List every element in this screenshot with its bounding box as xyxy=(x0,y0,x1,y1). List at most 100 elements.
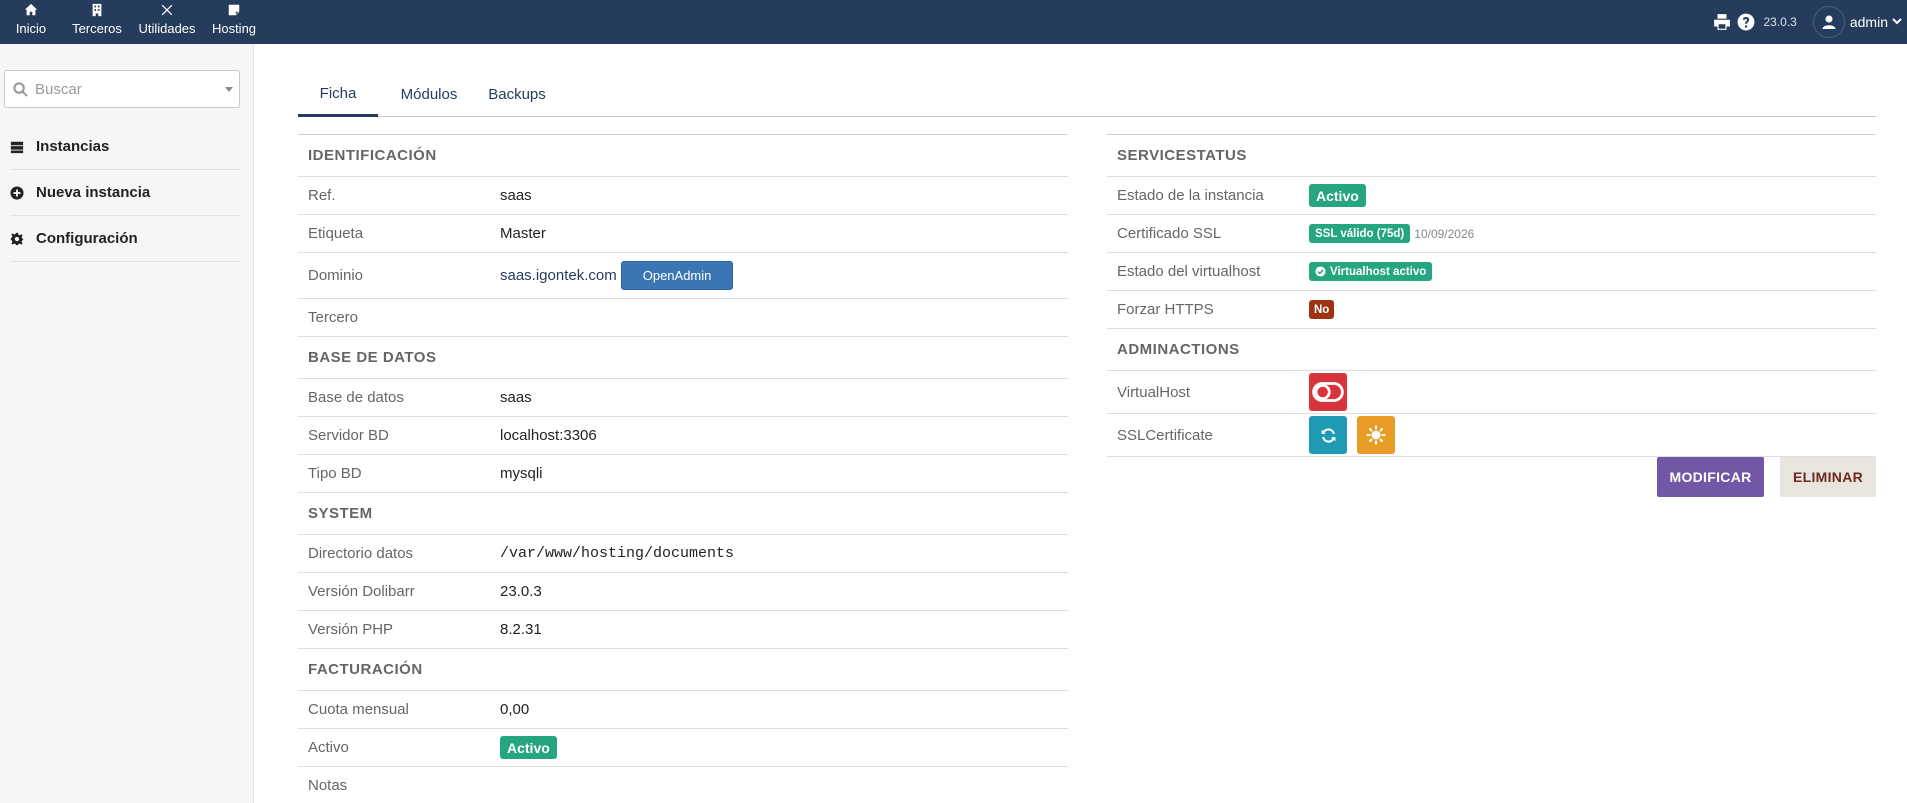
field-value xyxy=(1309,373,1347,411)
sidebar-item-label: Nueva instancia xyxy=(36,184,151,201)
field-label: Base de datos xyxy=(308,389,404,406)
field-value: mysqli xyxy=(500,465,543,482)
main-menu: Inicio Terceros Utilidades Hosting xyxy=(0,0,266,44)
tab-modulos[interactable]: Módulos xyxy=(389,72,469,117)
plus-circle-icon xyxy=(10,185,24,200)
tools-icon xyxy=(161,4,173,16)
help-icon[interactable] xyxy=(1737,13,1755,31)
gear-icon xyxy=(10,232,24,245)
section-title: ADMINACTIONS xyxy=(1117,341,1240,358)
nav-label: Hosting xyxy=(211,21,257,36)
field-row-version-php: Versión PHP 8.2.31 xyxy=(298,611,1068,649)
status-badge: Activo xyxy=(1309,184,1366,207)
field-row-cuota-mensual: Cuota mensual 0,00 xyxy=(298,691,1068,729)
nav-terceros[interactable]: Terceros xyxy=(62,0,132,44)
field-row-estado-virtualhost: Estado del virtualhost Virtualhost activ… xyxy=(1107,253,1876,291)
virtualhost-status-badge: Virtualhost activo xyxy=(1309,262,1433,281)
refresh-icon xyxy=(1321,427,1335,443)
nav-hosting[interactable]: Hosting xyxy=(202,0,266,44)
search-box[interactable] xyxy=(4,70,240,108)
field-label: Certificado SSL xyxy=(1117,225,1222,242)
https-status-badge: No xyxy=(1309,300,1335,319)
field-value: /var/www/hosting/documents xyxy=(500,545,735,562)
field-value: saas xyxy=(500,187,532,204)
field-label: Ref. xyxy=(308,187,336,204)
building-icon xyxy=(92,3,102,17)
field-row-ref: Ref. saas xyxy=(298,177,1068,215)
field-label: Tercero xyxy=(308,309,359,326)
sidebar-item-nueva-instancia[interactable]: Nueva instancia xyxy=(10,170,240,216)
modify-button[interactable]: MODIFICAR xyxy=(1657,457,1764,497)
ssl-status-badge: SSL válido (75d) xyxy=(1309,224,1411,243)
open-admin-button[interactable]: OpenAdmin xyxy=(620,261,734,290)
tab-ficha[interactable]: Ficha xyxy=(298,72,378,117)
section-title: BASE DE DATOS xyxy=(308,349,437,366)
section-title: IDENTIFICACIÓN xyxy=(308,147,437,164)
delete-button[interactable]: ELIMINAR xyxy=(1780,457,1876,497)
version-label: 23.0.3 xyxy=(1763,15,1797,29)
user-icon xyxy=(1822,15,1836,29)
sidebar-item-configuracion[interactable]: Configuración xyxy=(10,216,240,262)
field-row-sslcertificate: SSLCertificate xyxy=(1107,414,1876,457)
section-header-base-datos: BASE DE DATOS xyxy=(298,337,1068,379)
ssl-sun-button[interactable] xyxy=(1357,416,1395,454)
field-row-certificado-ssl: Certificado SSL SSL válido (75d) 10/09/2… xyxy=(1107,215,1876,253)
note-icon xyxy=(228,4,240,16)
field-value: saas xyxy=(500,389,532,406)
field-value: saas.igontek.com OpenAdmin xyxy=(500,261,734,290)
section-header-identificacion: IDENTIFICACIÓN xyxy=(298,135,1068,177)
field-value: localhost:3306 xyxy=(500,427,597,444)
field-row-dominio: Dominio saas.igontek.com OpenAdmin xyxy=(298,253,1068,299)
renew-ssl-button[interactable] xyxy=(1309,416,1347,454)
nav-label: Utilidades xyxy=(138,21,196,36)
caret-down-icon[interactable] xyxy=(225,87,233,92)
field-label: Forzar HTTPS xyxy=(1117,301,1214,318)
field-row-activo: Activo Activo xyxy=(298,729,1068,767)
chevron-down-icon[interactable] xyxy=(1892,13,1907,31)
field-label: Directorio datos xyxy=(308,545,414,562)
avatar[interactable] xyxy=(1812,6,1845,38)
sun-icon xyxy=(1366,425,1386,445)
check-circle-icon xyxy=(1315,266,1326,277)
field-label: Estado del virtualhost xyxy=(1117,263,1261,280)
field-label: Versión Dolibarr xyxy=(308,583,415,600)
top-navbar: Inicio Terceros Utilidades Hosting 23.0.… xyxy=(0,0,1907,44)
virtualhost-toggle-button[interactable] xyxy=(1309,373,1347,411)
badge-label: Virtualhost activo xyxy=(1330,265,1427,278)
field-row-virtualhost: VirtualHost xyxy=(1107,371,1876,414)
field-row-estado-instancia: Estado de la instancia Activo xyxy=(1107,177,1876,215)
section-header-facturacion: FACTURACIÓN xyxy=(298,649,1068,691)
sidebar-item-instancias[interactable]: Instancias xyxy=(10,124,240,170)
search-input[interactable] xyxy=(35,79,215,99)
field-value: Virtualhost activo xyxy=(1309,262,1433,281)
field-row-tercero: Tercero xyxy=(298,299,1068,337)
section-header-adminactions: ADMINACTIONS xyxy=(1107,329,1876,371)
field-value: Master xyxy=(500,225,546,242)
field-value: 0,00 xyxy=(500,701,530,718)
field-row-notas: Notas xyxy=(298,767,1068,803)
ssl-expiry-date: 10/09/2026 xyxy=(1414,226,1475,241)
field-label: Estado de la instancia xyxy=(1117,187,1264,204)
field-label: Tipo BD xyxy=(308,465,362,482)
field-label: VirtualHost xyxy=(1117,383,1191,401)
section-title: SYSTEM xyxy=(308,505,373,522)
domain-link[interactable]: saas.igontek.com xyxy=(500,267,617,284)
sidebar-item-label: Instancias xyxy=(36,138,110,155)
nav-inicio[interactable]: Inicio xyxy=(0,0,62,44)
field-label: Servidor BD xyxy=(308,427,389,444)
status-badge: Activo xyxy=(500,736,557,759)
section-header-servicestatus: SERVICESTATUS xyxy=(1107,135,1876,177)
username[interactable]: admin xyxy=(1850,14,1888,30)
field-value: 8.2.31 xyxy=(500,621,542,638)
nav-utilidades[interactable]: Utilidades xyxy=(132,0,202,44)
field-value: 23.0.3 xyxy=(500,583,542,600)
toggle-icon xyxy=(1312,382,1344,402)
section-title: FACTURACIÓN xyxy=(308,661,423,678)
search-icon xyxy=(13,82,28,102)
print-icon[interactable] xyxy=(1713,13,1731,31)
tab-backups[interactable]: Backups xyxy=(482,72,552,117)
field-label: Etiqueta xyxy=(308,225,364,242)
home-icon xyxy=(24,3,38,16)
top-right-tools: 23.0.3 admin xyxy=(1713,0,1907,44)
field-value: Activo xyxy=(1309,184,1366,207)
